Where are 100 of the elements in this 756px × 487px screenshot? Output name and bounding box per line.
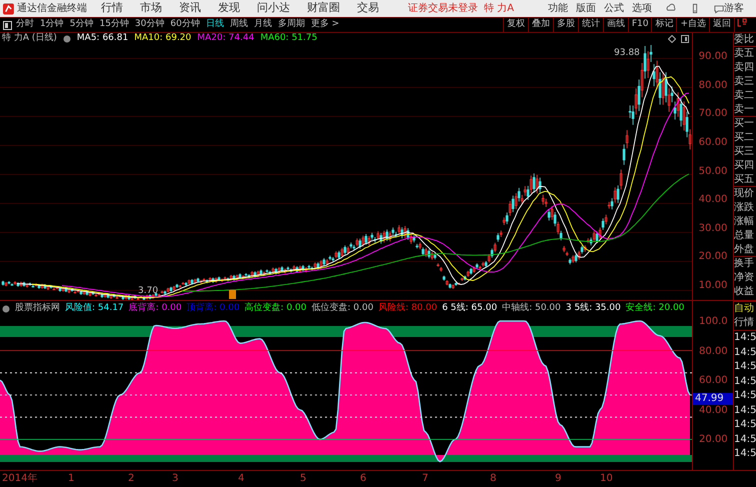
indicator-value: 3 5线: 35.00 bbox=[566, 302, 621, 315]
period-tab[interactable]: 日线 bbox=[206, 18, 224, 32]
section-label: 行情 bbox=[734, 316, 756, 331]
ma-value: MA60: 51.75 bbox=[260, 32, 318, 46]
app-name: 通达信金融终端 bbox=[16, 2, 87, 16]
period-tab[interactable]: 1分钟 bbox=[40, 18, 64, 32]
date-axis-label: 4 bbox=[238, 473, 244, 485]
toolbar-button[interactable]: F10 bbox=[628, 18, 652, 32]
menu-item[interactable]: 交易 bbox=[356, 0, 379, 17]
period-tab[interactable]: 30分钟 bbox=[134, 18, 164, 32]
indicator-axis-label: 100.0 bbox=[699, 316, 728, 328]
trade-time: 14:5 bbox=[734, 331, 756, 345]
indicator-name: 股票指标网 bbox=[15, 302, 60, 315]
toolbar-button[interactable]: 标记 bbox=[651, 18, 676, 32]
period-tab[interactable]: 15分钟 bbox=[99, 18, 129, 32]
event-marker-icon[interactable] bbox=[229, 290, 236, 299]
toolbar-button[interactable]: 叠加 bbox=[528, 18, 553, 32]
indicator-value: 6 5线: 65.00 bbox=[442, 302, 498, 315]
period-tab[interactable]: 周线 bbox=[230, 18, 248, 32]
price-axis-label: 40.00 bbox=[698, 194, 728, 206]
trade-time: 14:5 bbox=[734, 389, 756, 403]
quote-label: 卖一 bbox=[734, 103, 756, 117]
period-tab[interactable]: 更多 > bbox=[310, 18, 340, 32]
stock-label: 特 力A (日线) bbox=[2, 32, 57, 46]
indicator-axis-label: 40.00 bbox=[699, 404, 728, 417]
trade-time: 14:5 bbox=[734, 346, 756, 360]
indicator-value: 风险值: 54.17 bbox=[65, 302, 124, 315]
date-axis-label: 2014年 bbox=[2, 473, 38, 485]
menu-item[interactable]: 行情 bbox=[100, 0, 123, 17]
indicator-axis-label: 60.00 bbox=[699, 375, 728, 388]
current-value-label: 47.99 bbox=[693, 392, 733, 405]
indicator-value: 底背离: 0.00 bbox=[128, 302, 182, 315]
quote-label: 卖五 bbox=[734, 47, 755, 61]
trade-time: 14:5 bbox=[734, 418, 756, 432]
trade-time: 14:5 bbox=[734, 404, 756, 418]
toolbar-button[interactable]: +自选 bbox=[676, 18, 709, 32]
quote-label: 总量 bbox=[734, 229, 755, 243]
stock-name: 特 力A bbox=[484, 2, 514, 16]
login-status[interactable]: 证券交易未登录 bbox=[408, 1, 478, 16]
quote-label: 委比 bbox=[734, 33, 756, 47]
price-axis-label: 80.00 bbox=[698, 80, 728, 92]
period-tab[interactable]: 分时 bbox=[16, 18, 34, 32]
date-axis-label: 8 bbox=[490, 473, 496, 485]
period-tab[interactable]: 多周期 bbox=[278, 18, 305, 32]
menu-item[interactable]: 市场 bbox=[140, 0, 162, 17]
quote-label: 买三 bbox=[734, 145, 755, 159]
price-axis-label: 10.00 bbox=[698, 280, 728, 292]
indicator-value: 中轴线: 50.00 bbox=[502, 302, 561, 315]
period-tab[interactable]: 60分钟 bbox=[170, 18, 200, 32]
quote-label: 买一 bbox=[734, 117, 755, 131]
date-axis-label: 10 bbox=[600, 473, 613, 485]
quote-label: 卖二 bbox=[734, 89, 755, 103]
menu-item[interactable]: 版面 bbox=[576, 1, 596, 16]
trade-time: 14:5 bbox=[734, 360, 756, 374]
price-axis-label: 30.00 bbox=[698, 222, 728, 235]
low-price-label: 3.70 bbox=[138, 285, 158, 298]
price-axis-label: 50.00 bbox=[698, 166, 728, 178]
quote-label: 买四 bbox=[734, 159, 755, 173]
indicator-value: 高位变盘: 0.00 bbox=[244, 302, 306, 315]
menu-item[interactable]: 问小达 bbox=[256, 0, 290, 17]
menu-item[interactable]: 公式 bbox=[604, 1, 624, 16]
date-axis-label: 3 bbox=[172, 473, 178, 485]
period-tab[interactable]: 月线 bbox=[254, 18, 272, 32]
mode-label[interactable]: 自动 bbox=[734, 302, 756, 316]
indicator-value: 风险线: 80.00 bbox=[378, 302, 438, 315]
message-icon[interactable] bbox=[714, 3, 724, 14]
high-price-label: 93.88 bbox=[614, 47, 640, 60]
menu-item[interactable]: 发现 bbox=[218, 0, 240, 17]
settings-icon[interactable] bbox=[62, 35, 71, 43]
panel-toggle-icon[interactable] bbox=[3, 20, 12, 30]
menu-item[interactable]: 功能 bbox=[548, 1, 568, 16]
menu-item[interactable]: 资讯 bbox=[178, 0, 201, 17]
quote-label: 买二 bbox=[734, 131, 755, 145]
panel-icon[interactable] bbox=[681, 35, 689, 43]
date-axis-label: 6 bbox=[360, 473, 366, 485]
toolbar-button[interactable]: 复权 bbox=[502, 18, 528, 32]
quote-label: 现价 bbox=[734, 187, 755, 201]
user-name[interactable]: 游客 bbox=[724, 1, 744, 16]
quote-label: 涨幅 bbox=[734, 215, 755, 229]
indicator-axis-label: 80.00 bbox=[699, 346, 728, 358]
toolbar-button[interactable]: 统计 bbox=[578, 18, 603, 32]
date-axis-label: 7 bbox=[422, 473, 428, 485]
menu-item[interactable]: 财富圈 bbox=[306, 0, 340, 17]
settings-icon[interactable] bbox=[2, 304, 10, 312]
price-axis-label: 70.00 bbox=[698, 108, 728, 120]
toolbar-button[interactable]: 画线 bbox=[602, 18, 628, 32]
quote-label: 外盘 bbox=[734, 243, 756, 257]
menu-item[interactable]: 选项 bbox=[632, 1, 652, 16]
quote-label: 卖四 bbox=[734, 61, 755, 75]
price-axis-label: 90.00 bbox=[698, 51, 728, 63]
indicator-axis-label: 20.00 bbox=[699, 434, 728, 446]
toolbar-button[interactable]: 返回 bbox=[709, 18, 734, 32]
logo-icon bbox=[3, 2, 14, 14]
toolbar-button[interactable]: 多股 bbox=[552, 18, 578, 32]
quote-label: 涨跌 bbox=[734, 201, 755, 215]
quote-label: 收益 bbox=[734, 285, 755, 299]
date-axis-label: 9 bbox=[555, 473, 562, 485]
period-tab[interactable]: 5分钟 bbox=[70, 18, 94, 32]
trade-time: 14:5 bbox=[734, 374, 756, 388]
diamond-icon[interactable] bbox=[668, 35, 676, 43]
